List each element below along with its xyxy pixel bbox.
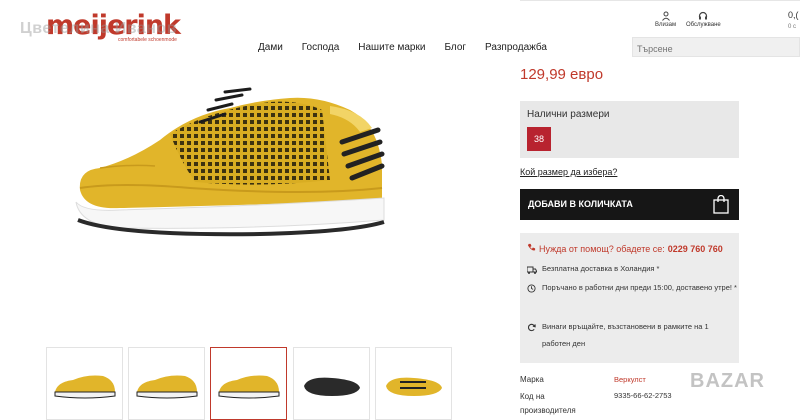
thumbnail-shoe-top — [386, 377, 442, 396]
user-icon — [660, 10, 672, 22]
refresh-icon — [527, 321, 537, 338]
sizes-panel: Налични размери 38 — [520, 101, 739, 158]
top-divider — [520, 0, 800, 1]
delivery-text: Безплатна доставка в Холандия * — [542, 264, 660, 273]
product-image[interactable] — [60, 70, 400, 250]
nav-item-men[interactable]: Господа — [302, 42, 339, 53]
brand-label: Марка — [520, 375, 544, 384]
thumbnail-sole — [304, 377, 360, 396]
shopping-bag-icon — [713, 194, 729, 216]
cart-count[interactable]: 0,( — [788, 10, 799, 20]
thumbnail-3[interactable] — [210, 347, 287, 420]
bazar-watermark: BAZAR — [690, 370, 765, 392]
add-to-cart-label: ДОБАВИ В КОЛИЧКАТА — [528, 199, 633, 209]
delivery-info: Безплатна доставка в Холандия * — [526, 260, 737, 280]
service-label: Обслужване — [686, 22, 721, 28]
truck-icon — [526, 263, 537, 280]
help-line[interactable]: Нужда от помощ? обадете се: 0229 760 760 — [527, 243, 723, 254]
phone-icon — [527, 243, 536, 254]
help-phone[interactable]: 0229 760 760 — [668, 244, 723, 254]
seller-watermark: Цветелина Иванов — [20, 20, 178, 37]
thumbnail-2[interactable] — [128, 347, 205, 420]
thumbnail-1[interactable] — [46, 347, 123, 420]
cart-subtotal: 0 с — [788, 24, 797, 30]
nav-item-sale[interactable]: Разпродажба — [485, 42, 547, 53]
add-to-cart-button[interactable]: ДОБАВИ В КОЛИЧКАТА — [520, 189, 739, 220]
brand-value[interactable]: Веркулст — [614, 375, 646, 384]
product-price: 129,99 евро — [520, 66, 604, 83]
thumbnail-shoe-3 — [218, 375, 280, 399]
size-option-38[interactable]: 38 — [527, 127, 551, 151]
thumbnail-shoe-1 — [54, 375, 116, 399]
order-time-info: Поръчано в работни дни преди 15:00, дост… — [527, 279, 737, 299]
returns-info: Винаги връщайте, възстановени в рамките … — [527, 318, 737, 352]
sizes-label: Налични размери — [527, 109, 610, 120]
service-link[interactable]: Обслужване — [686, 10, 721, 28]
help-text: Нужда от помощ? обадете се: — [539, 243, 665, 254]
login-link[interactable]: Влизам — [655, 10, 676, 28]
order-time-text: Поръчано в работни дни преди 15:00, дост… — [542, 283, 737, 292]
thumbnail-4[interactable] — [293, 347, 370, 420]
manufacturer-code-value: 9335-66-62-2753 — [614, 391, 672, 400]
login-label: Влизам — [655, 22, 677, 28]
nav-item-blog[interactable]: Блог — [444, 42, 466, 53]
product-page: meijerink comfortabele schoenmode Цветел… — [0, 0, 800, 420]
thumbnail-5[interactable] — [375, 347, 452, 420]
nav-item-women[interactable]: Дами — [258, 42, 283, 53]
manufacturer-code-label: Код на производителя — [520, 392, 576, 415]
headset-icon — [697, 10, 709, 22]
search-input[interactable] — [632, 37, 800, 57]
nav-item-brands[interactable]: Нашите марки — [358, 42, 425, 53]
service-info-panel: Нужда от помощ? обадете се: 0229 760 760… — [520, 233, 739, 363]
size-guide-link[interactable]: Кой размер да избера? — [520, 167, 617, 177]
returns-text: Винаги връщайте, възстановени в рамките … — [542, 322, 709, 348]
thumbnail-shoe-2 — [136, 375, 198, 399]
clock-icon — [527, 282, 537, 299]
main-nav: Дами Господа Нашите марки Блог Разпродаж… — [258, 42, 566, 53]
